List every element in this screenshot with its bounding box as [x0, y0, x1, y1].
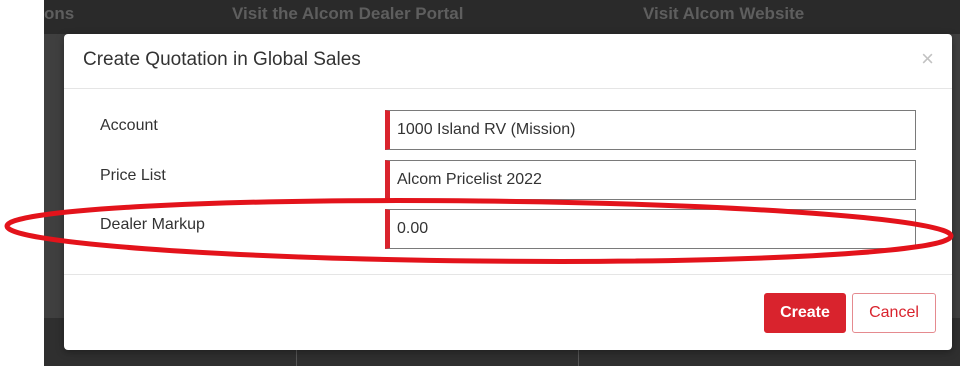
nav-link-dealer-portal: Visit the Alcom Dealer Portal — [232, 4, 464, 23]
background-topbar: ons Visit the Alcom Dealer Portal Visit … — [44, 0, 960, 34]
price-list-label: Price List — [100, 167, 166, 184]
price-list-field[interactable]: Alcom Pricelist 2022 — [385, 160, 916, 200]
dealer-markup-label: Dealer Markup — [100, 216, 205, 233]
nav-link-partial: ons — [44, 4, 75, 23]
account-label: Account — [100, 117, 158, 134]
form-row-price-list: Price List Alcom Pricelist 2022 — [64, 157, 952, 200]
dialog-footer: Create Cancel — [64, 274, 952, 351]
create-button[interactable]: Create — [764, 293, 846, 333]
dialog-title: Create Quotation in Global Sales — [83, 49, 361, 70]
dealer-markup-field[interactable]: 0.00 — [385, 209, 916, 249]
form-row-account: Account 1000 Island RV (Mission) — [64, 107, 952, 150]
form-row-dealer-markup: Dealer Markup 0.00 — [64, 206, 952, 249]
nav-link-alcom-website: Visit Alcom Website — [643, 4, 805, 23]
cancel-button[interactable]: Cancel — [852, 293, 936, 333]
close-icon[interactable]: × — [921, 48, 934, 70]
create-quotation-dialog: Create Quotation in Global Sales × Accou… — [64, 34, 952, 350]
account-field[interactable]: 1000 Island RV (Mission) — [385, 110, 916, 150]
dialog-header: Create Quotation in Global Sales × — [64, 34, 952, 89]
